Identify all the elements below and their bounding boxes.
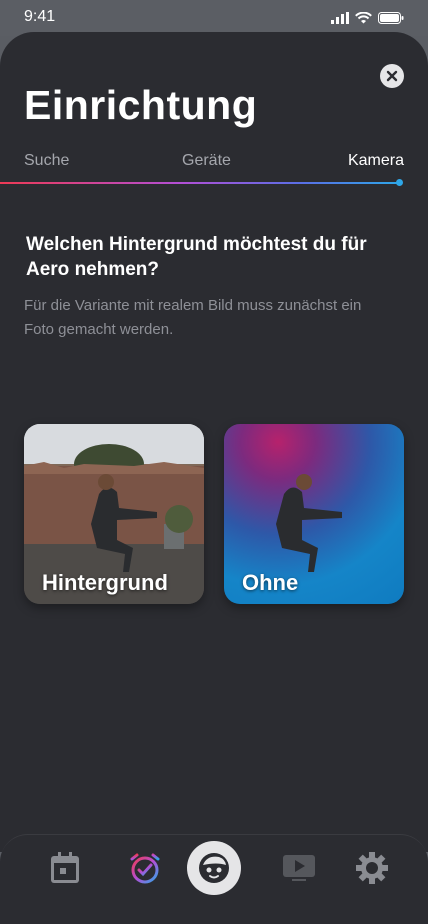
option-label-background: Hintergrund xyxy=(42,570,168,595)
status-bar: 9:41 xyxy=(0,0,428,36)
step-camera[interactable]: Kamera xyxy=(348,152,404,170)
hint-text: Für die Variante mit realem Bild muss zu… xyxy=(24,297,362,338)
gear-icon xyxy=(356,852,388,884)
nav-calendar[interactable] xyxy=(48,851,82,885)
signal-icon xyxy=(331,12,349,24)
question-heading: Welchen Hintergrund möchtest du für Aero… xyxy=(26,234,367,280)
step-devices[interactable]: Geräte xyxy=(182,152,231,170)
nav-settings[interactable] xyxy=(355,851,389,885)
setup-sheet: Einrichtung Suche Geräte Kamera Welchen … xyxy=(0,32,428,852)
status-time: 9:41 xyxy=(24,8,56,25)
page-title: Einrichtung xyxy=(24,82,258,128)
progress-indicator-dot xyxy=(396,179,403,186)
nav-avatar[interactable] xyxy=(187,841,241,895)
option-card-background[interactable]: Hintergrund xyxy=(24,424,204,604)
option-label-none: Ohne xyxy=(242,570,299,595)
close-button[interactable] xyxy=(380,64,404,88)
nav-alarm[interactable] xyxy=(128,851,162,885)
battery-icon xyxy=(378,12,404,24)
bottom-navigation xyxy=(0,834,428,924)
wifi-icon xyxy=(355,12,372,24)
close-icon xyxy=(386,70,398,82)
face-icon xyxy=(199,853,229,883)
option-card-none[interactable]: Ohne xyxy=(224,424,404,604)
status-icons xyxy=(331,12,404,24)
step-indicator: Suche Geräte Kamera xyxy=(0,152,428,192)
calendar-icon xyxy=(51,852,79,883)
video-icon xyxy=(283,855,315,881)
nav-video[interactable] xyxy=(282,851,316,885)
progress-bar xyxy=(0,182,400,184)
step-search[interactable]: Suche xyxy=(24,152,69,170)
alarm-check-icon xyxy=(130,853,160,884)
